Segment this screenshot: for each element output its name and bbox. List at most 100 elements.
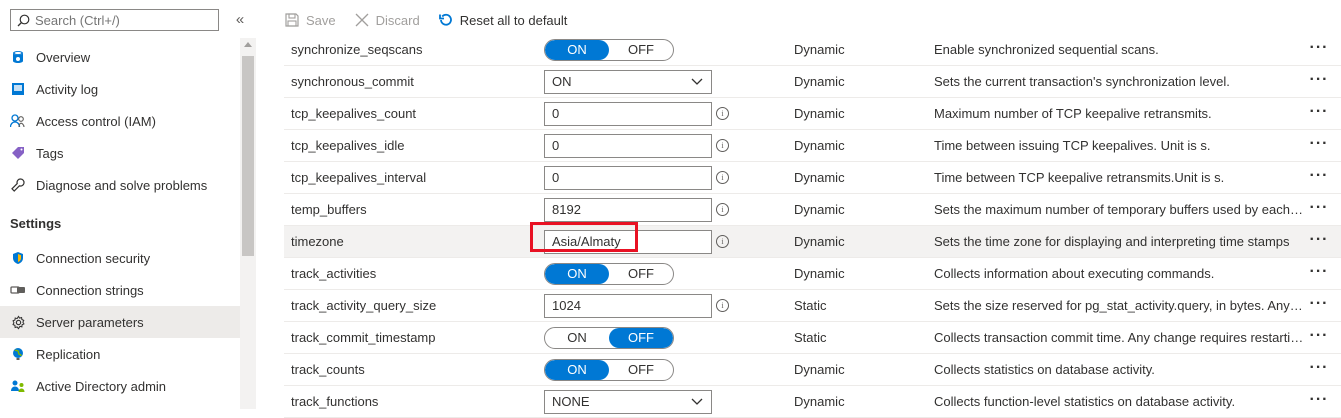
param-type: Dynamic bbox=[794, 266, 845, 281]
info-icon[interactable]: i bbox=[716, 107, 729, 120]
dropdown-value: ON bbox=[552, 74, 572, 89]
more-actions-button[interactable]: ··· bbox=[1306, 40, 1332, 60]
reset-label: Reset all to default bbox=[459, 12, 568, 28]
close-icon bbox=[355, 13, 369, 27]
globe-icon bbox=[10, 346, 26, 362]
on-off-toggle[interactable]: ON OFF bbox=[544, 39, 674, 61]
param-description: Collects information about executing com… bbox=[934, 266, 1215, 281]
param-name: temp_buffers bbox=[291, 202, 367, 217]
toggle-off[interactable]: OFF bbox=[609, 328, 673, 348]
info-icon[interactable]: i bbox=[716, 139, 729, 152]
info-icon[interactable]: i bbox=[716, 203, 729, 216]
value-input[interactable]: 1024 bbox=[544, 294, 712, 318]
nav-server-parameters[interactable]: Server parameters bbox=[0, 306, 240, 338]
more-actions-button[interactable]: ··· bbox=[1306, 168, 1332, 188]
info-icon[interactable]: i bbox=[716, 171, 729, 184]
toggle-on[interactable]: ON bbox=[545, 328, 609, 348]
on-off-toggle[interactable]: ON OFF bbox=[544, 359, 674, 381]
toggle-off[interactable]: OFF bbox=[609, 360, 673, 380]
param-name: timezone bbox=[291, 234, 344, 249]
value-dropdown[interactable]: ON bbox=[544, 70, 712, 94]
param-description: Sets the time zone for displaying and in… bbox=[934, 234, 1290, 249]
collapse-menu-button[interactable]: « bbox=[233, 11, 247, 29]
table-row: tcp_keepalives_count 0 i Dynamic Maximum… bbox=[284, 98, 1341, 130]
menu-scrollbar[interactable] bbox=[240, 38, 256, 409]
toggle-off[interactable]: OFF bbox=[609, 264, 673, 284]
param-type: Dynamic bbox=[794, 234, 845, 249]
value-input[interactable]: 0 bbox=[544, 102, 712, 126]
more-actions-button[interactable]: ··· bbox=[1306, 392, 1332, 412]
param-name: tcp_keepalives_idle bbox=[291, 138, 405, 153]
more-actions-button[interactable]: ··· bbox=[1306, 296, 1332, 316]
timezone-input[interactable]: Asia/Almaty bbox=[544, 230, 712, 254]
value-dropdown[interactable]: NONE bbox=[544, 390, 712, 414]
toggle-on[interactable]: ON bbox=[545, 360, 609, 380]
more-actions-button[interactable]: ··· bbox=[1306, 360, 1332, 380]
more-actions-button[interactable]: ··· bbox=[1306, 328, 1332, 348]
nav-access-control[interactable]: Access control (IAM) bbox=[0, 105, 240, 137]
param-description: Collects function-level statistics on da… bbox=[934, 394, 1236, 409]
table-row: tcp_keepalives_interval 0 i Dynamic Time… bbox=[284, 162, 1341, 194]
nav-active-directory-admin[interactable]: Active Directory admin bbox=[0, 370, 240, 402]
param-name: track_counts bbox=[291, 362, 365, 377]
toggle-off[interactable]: OFF bbox=[609, 40, 673, 60]
on-off-toggle[interactable]: ON OFF bbox=[544, 327, 674, 349]
activity-log-icon bbox=[10, 81, 26, 97]
value-input[interactable]: 0 bbox=[544, 134, 712, 158]
toggle-on[interactable]: ON bbox=[545, 264, 609, 284]
more-actions-button[interactable]: ··· bbox=[1306, 104, 1332, 124]
wrench-icon bbox=[10, 177, 26, 193]
nav-activity-log[interactable]: Activity log bbox=[0, 73, 240, 105]
param-type: Dynamic bbox=[794, 202, 845, 217]
nav-label: Server parameters bbox=[36, 314, 144, 330]
param-type: Dynamic bbox=[794, 170, 845, 185]
save-button[interactable]: Save bbox=[284, 12, 336, 28]
people-icon bbox=[10, 113, 26, 129]
param-description: Collects statistics on database activity… bbox=[934, 362, 1155, 377]
scrollbar-thumb[interactable] bbox=[242, 56, 254, 256]
param-type: Dynamic bbox=[794, 138, 845, 153]
param-name: track_functions bbox=[291, 394, 379, 409]
nav-tags[interactable]: Tags bbox=[0, 137, 240, 169]
param-description: Collects transaction commit time. Any ch… bbox=[934, 330, 1304, 345]
toggle-on[interactable]: ON bbox=[545, 40, 609, 60]
param-type: Dynamic bbox=[794, 42, 845, 57]
nav-connection-security[interactable]: Connection security bbox=[0, 242, 240, 274]
param-description: Time between issuing TCP keepalives. Uni… bbox=[934, 138, 1211, 153]
reset-icon bbox=[438, 13, 452, 26]
nav-overview[interactable]: Overview bbox=[0, 41, 240, 73]
nav-replication[interactable]: Replication bbox=[0, 338, 240, 370]
param-name: tcp_keepalives_interval bbox=[291, 170, 427, 185]
more-actions-button[interactable]: ··· bbox=[1306, 232, 1332, 252]
more-actions-button[interactable]: ··· bbox=[1306, 136, 1332, 156]
param-description: Time between TCP keepalive retransmits.U… bbox=[934, 170, 1225, 185]
nav-label: Connection security bbox=[36, 250, 151, 266]
more-actions-button[interactable]: ··· bbox=[1306, 200, 1332, 220]
info-icon[interactable]: i bbox=[716, 235, 729, 248]
param-name: track_commit_timestamp bbox=[291, 330, 436, 345]
table-row: synchronous_commit ON Dynamic Sets the c… bbox=[284, 66, 1341, 98]
param-type: Static bbox=[794, 298, 827, 313]
param-name: synchronous_commit bbox=[291, 74, 414, 89]
more-actions-button[interactable]: ··· bbox=[1306, 72, 1332, 92]
on-off-toggle[interactable]: ON OFF bbox=[544, 263, 674, 285]
nav-diagnose[interactable]: Diagnose and solve problems bbox=[0, 169, 240, 201]
overview-icon bbox=[10, 49, 26, 65]
nav-connection-strings[interactable]: Connection strings bbox=[0, 274, 240, 306]
value-input[interactable]: 8192 bbox=[544, 198, 712, 222]
value-input[interactable]: 0 bbox=[544, 166, 712, 190]
param-description: Enable synchronized sequential scans. bbox=[934, 42, 1159, 57]
param-name: track_activities bbox=[291, 266, 377, 281]
menu-search-box[interactable] bbox=[10, 9, 219, 31]
param-description: Maximum number of TCP keepalive retransm… bbox=[934, 106, 1212, 121]
reset-all-button[interactable]: Reset all to default bbox=[438, 12, 568, 28]
more-actions-button[interactable]: ··· bbox=[1306, 264, 1332, 284]
param-type: Dynamic bbox=[794, 362, 845, 377]
info-icon[interactable]: i bbox=[716, 299, 729, 312]
save-icon bbox=[285, 13, 299, 27]
scroll-up-arrow-icon[interactable] bbox=[244, 42, 252, 47]
nav-label: Tags bbox=[36, 145, 64, 161]
menu-search-input[interactable] bbox=[35, 12, 205, 28]
discard-button[interactable]: Discard bbox=[354, 12, 420, 28]
param-description: Sets the size reserved for pg_stat_activ… bbox=[934, 298, 1304, 313]
